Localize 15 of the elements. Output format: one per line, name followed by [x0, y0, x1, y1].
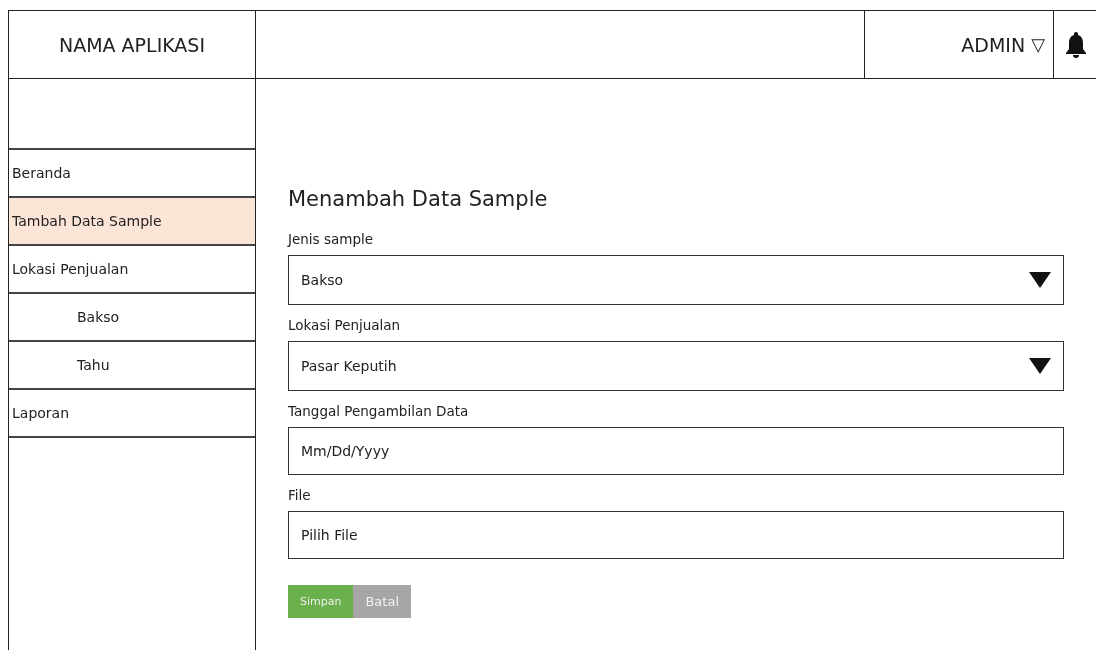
- app-name: NAMA APLIKASI: [9, 11, 256, 78]
- field-label: Tanggal Pengambilan Data: [288, 403, 470, 419]
- field-label: File: [288, 487, 312, 503]
- input-field[interactable]: Pilih File: [288, 511, 1064, 559]
- select-field[interactable]: Bakso: [288, 255, 1064, 305]
- sidebar-item[interactable]: Tambah Data Sample: [9, 196, 255, 244]
- select-field[interactable]: Pasar Keputih: [288, 341, 1064, 391]
- sidebar-item[interactable]: Laporan: [9, 388, 255, 438]
- dropdown-triangle-icon: [1029, 272, 1051, 288]
- notification-bell-icon[interactable]: [1063, 30, 1088, 59]
- input-field[interactable]: Mm/Dd/Yyyy: [288, 427, 1064, 475]
- field-label: Lokasi Penjualan: [288, 317, 402, 333]
- form-title: Menambah Data Sample: [288, 187, 549, 211]
- dropdown-triangle-icon: [1029, 358, 1051, 374]
- field-label: Jenis sample: [288, 231, 374, 247]
